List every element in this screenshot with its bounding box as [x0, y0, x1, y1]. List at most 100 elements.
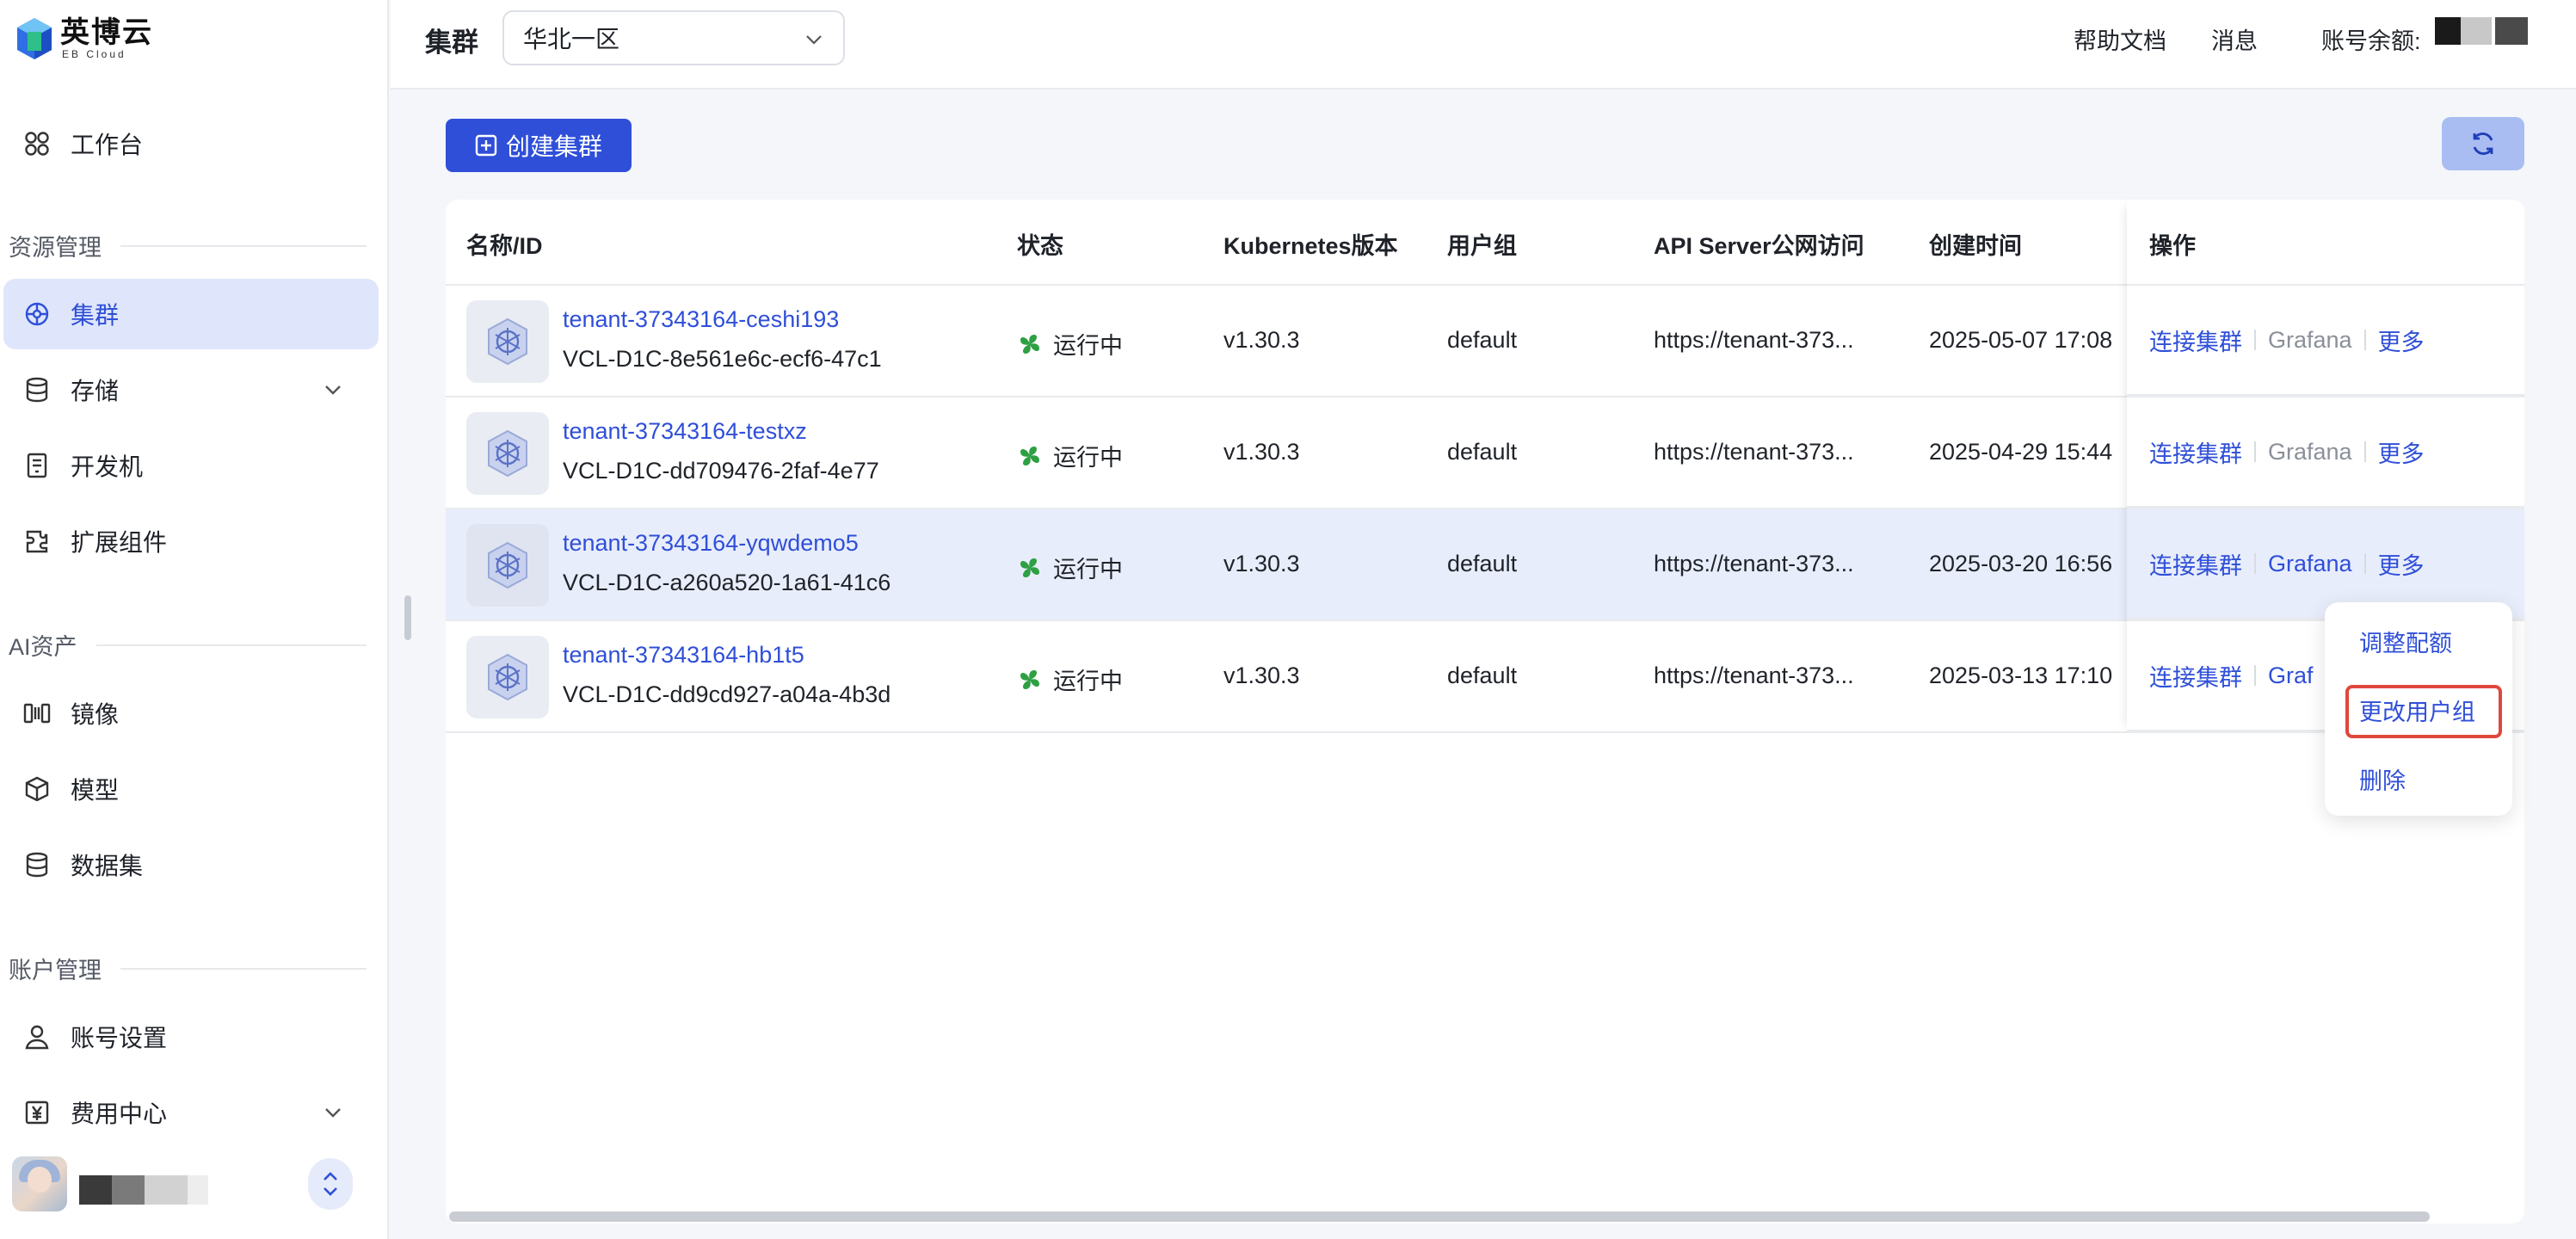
cluster-name-link[interactable]: tenant-37343164-yqwdemo5 — [563, 530, 859, 557]
k8s-version: v1.30.3 — [1223, 439, 1300, 465]
column-header-user-group: 用户组 — [1447, 233, 1517, 259]
sidebar: 英博云 EB Cloud 工作台 资源管理 集群 存储 开发机 扩展组件 AI资… — [0, 0, 389, 1239]
more-actions-dropdown: 调整配额 更改用户组 删除 — [2325, 602, 2512, 816]
column-header-name: 名称/ID — [466, 233, 543, 259]
avatar[interactable] — [12, 1156, 67, 1211]
grafana-link[interactable]: Grafana — [2268, 327, 2352, 354]
running-fan-icon — [1020, 446, 1039, 465]
brand-sub: EB Cloud — [62, 48, 126, 60]
sidebar-item-label: 扩展组件 — [71, 529, 168, 556]
row-actions: 连接集群 Grafana 更多 — [2127, 286, 2524, 396]
more-actions-link[interactable]: 更多 — [2378, 324, 2425, 357]
sidebar-scrollbar[interactable] — [404, 595, 411, 640]
refresh-button[interactable] — [2442, 117, 2524, 170]
grafana-link[interactable]: Grafana — [2268, 439, 2352, 465]
create-cluster-label: 创建集群 — [505, 133, 602, 160]
kubernetes-icon — [22, 299, 52, 329]
sidebar-item-label: 镜像 — [71, 701, 120, 728]
menu-item-change-user-group[interactable]: 更改用户组 — [2359, 693, 2475, 727]
cluster-name-link[interactable]: tenant-37343164-testxz — [563, 418, 807, 445]
plus-square-icon — [475, 134, 497, 157]
sidebar-item-label: 存储 — [71, 378, 120, 404]
k8s-version: v1.30.3 — [1223, 327, 1300, 353]
created-time: 2025-03-13 17:10 — [1929, 663, 2113, 688]
account-balance-label: 账号余额: — [2321, 28, 2421, 54]
brand-name: 英博云 — [60, 16, 153, 49]
page-title: 集群 — [425, 28, 478, 58]
sidebar-item-workbench[interactable]: 工作台 — [3, 108, 379, 179]
chevron-down-icon — [806, 35, 822, 45]
api-server-url: https://tenant-373... — [1654, 327, 1854, 353]
sidebar-item-account-settings[interactable]: 账号设置 — [3, 1002, 379, 1072]
k8s-version: v1.30.3 — [1223, 663, 1300, 688]
sidebar-item-storage[interactable]: 存储 — [3, 354, 379, 425]
sidebar-item-billing[interactable]: 费用中心 — [3, 1077, 379, 1148]
menu-item-adjust-quota[interactable]: 调整配额 — [2359, 625, 2452, 658]
sidebar-item-images[interactable]: 镜像 — [3, 678, 379, 749]
redacted-username — [188, 1175, 208, 1205]
sidebar-item-label: 工作台 — [71, 132, 144, 158]
sidebar-item-label: 费用中心 — [71, 1100, 168, 1127]
sidebar-item-label: 开发机 — [71, 453, 144, 480]
running-fan-icon — [1020, 334, 1039, 354]
table-horizontal-scrollbar[interactable] — [449, 1211, 2430, 1222]
column-header-created: 创建时间 — [1929, 233, 2022, 259]
cluster-id: VCL-D1C-a260a520-1a61-41c6 — [563, 570, 891, 595]
redacted-username — [145, 1175, 188, 1205]
create-cluster-button[interactable]: 创建集群 — [446, 119, 632, 172]
user-profile-bar[interactable] — [0, 1144, 389, 1224]
messages-link[interactable]: 消息 — [2211, 22, 2258, 56]
connect-cluster-link[interactable]: 连接集群 — [2149, 324, 2242, 357]
grafana-link[interactable]: Grafana — [2268, 551, 2352, 577]
section-title-account: 账户管理 — [9, 952, 367, 985]
sidebar-item-label: 模型 — [71, 777, 120, 804]
created-time: 2025-03-20 16:56 — [1929, 551, 2113, 576]
cluster-icon — [466, 636, 549, 718]
user-group: default — [1447, 327, 1518, 353]
sidebar-item-extensions[interactable]: 扩展组件 — [3, 506, 379, 576]
region-select[interactable]: 华北一区 — [502, 10, 845, 65]
database-icon — [22, 375, 52, 404]
chevron-up-down-icon — [324, 1172, 337, 1196]
sidebar-item-datasets[interactable]: 数据集 — [3, 829, 379, 900]
sidebar-item-devmachine[interactable]: 开发机 — [3, 430, 379, 501]
sidebar-item-label: 集群 — [71, 302, 120, 329]
redacted-username — [112, 1175, 145, 1205]
connect-cluster-link[interactable]: 连接集群 — [2149, 435, 2242, 469]
sidebar-item-models[interactable]: 模型 — [3, 754, 379, 824]
brand-logo[interactable]: 英博云 EB Cloud — [15, 15, 153, 62]
sidebar-item-label: 账号设置 — [71, 1025, 168, 1051]
status-badge: 运行中 — [1017, 327, 1123, 361]
cluster-icon — [466, 524, 549, 607]
menu-item-delete[interactable]: 删除 — [2359, 762, 2406, 796]
column-header-api-server: API Server公网访问 — [1654, 233, 1864, 259]
redacted-username — [79, 1175, 112, 1205]
user-icon — [22, 1022, 52, 1051]
chevron-down-icon — [325, 385, 341, 395]
top-header: 集群 华北一区 帮助文档 消息 账号余额: — [391, 0, 2576, 89]
cluster-id: VCL-D1C-dd709476-2faf-4e77 — [563, 458, 879, 484]
account-switcher-button[interactable] — [308, 1158, 353, 1210]
column-header-actions: 操作 — [2149, 233, 2196, 259]
connect-cluster-link[interactable]: 连接集群 — [2149, 659, 2242, 693]
region-select-value: 华北一区 — [523, 26, 620, 52]
brand-logo-icon — [15, 16, 53, 61]
sidebar-item-cluster[interactable]: 集群 — [3, 279, 379, 349]
help-docs-link[interactable]: 帮助文档 — [2074, 22, 2166, 56]
user-group: default — [1447, 551, 1518, 576]
connect-cluster-link[interactable]: 连接集群 — [2149, 547, 2242, 581]
cluster-icon — [466, 412, 549, 495]
running-fan-icon — [1020, 558, 1039, 577]
grafana-link[interactable]: Graf — [2268, 663, 2314, 689]
document-icon — [22, 451, 52, 480]
running-fan-icon — [1020, 669, 1039, 689]
more-actions-link[interactable]: 更多 — [2378, 435, 2425, 469]
redacted-balance — [2461, 17, 2492, 45]
chevron-down-icon — [325, 1108, 341, 1118]
column-header-k8s-version: Kubernetes版本 — [1223, 233, 1398, 259]
more-actions-link[interactable]: 更多 — [2378, 547, 2425, 581]
section-title-ai: AI资产 — [9, 628, 367, 662]
section-title-resource: 资源管理 — [9, 229, 367, 262]
cluster-name-link[interactable]: tenant-37343164-ceshi193 — [563, 306, 839, 333]
cluster-name-link[interactable]: tenant-37343164-hb1t5 — [563, 642, 804, 669]
